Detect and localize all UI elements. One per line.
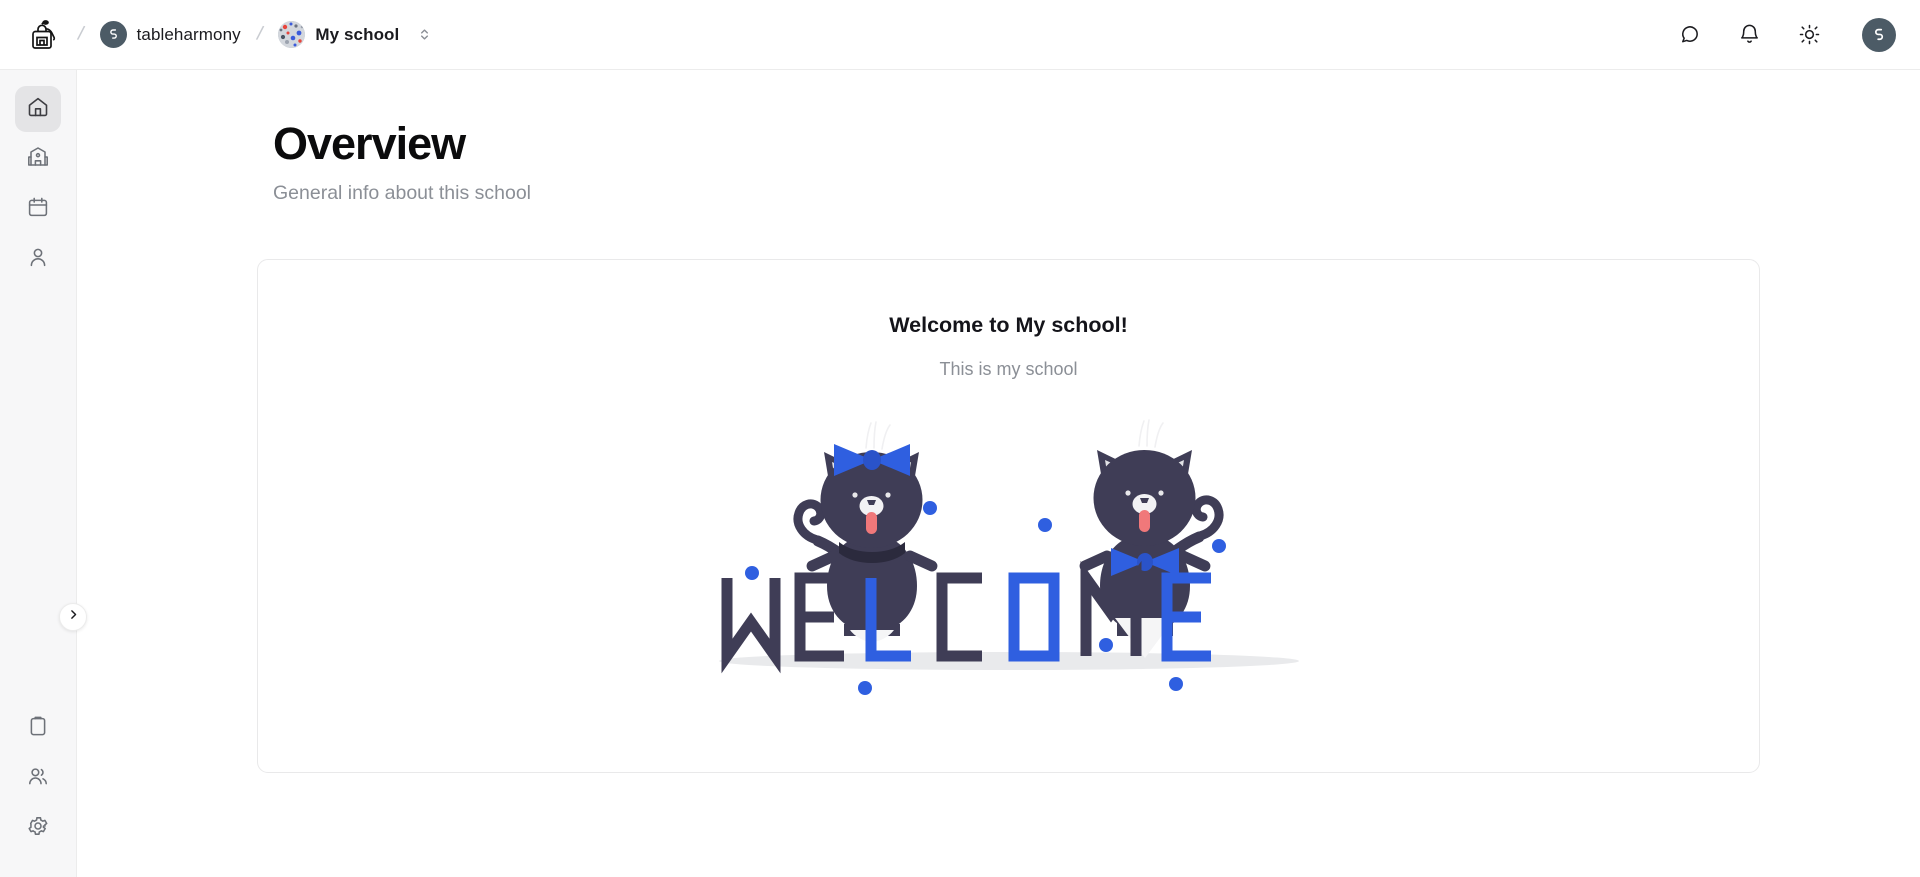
- backpack-logo-icon[interactable]: [18, 11, 66, 59]
- chevron-right-icon: [67, 608, 80, 626]
- dot-4: [744, 566, 759, 580]
- header-actions: [1676, 17, 1896, 52]
- home-icon: [26, 95, 50, 124]
- chat-bubble-icon[interactable]: [1676, 22, 1702, 48]
- user-avatar-icon[interactable]: [1862, 17, 1896, 52]
- sidebar-item-home[interactable]: [15, 86, 61, 132]
- clipboard-icon: [26, 714, 50, 743]
- top-header-bar: / tableharmony / My school: [0, 0, 1920, 70]
- dot-7: [1168, 677, 1183, 691]
- bell-icon[interactable]: [1736, 22, 1762, 48]
- page-header: Overview General info about this school: [77, 70, 1920, 205]
- breadcrumb-label-org: tableharmony: [136, 24, 241, 44]
- dot-1: [922, 501, 937, 515]
- welcome-description: This is my school: [939, 359, 1078, 379]
- dot-6: [857, 681, 872, 695]
- sun-icon[interactable]: [1796, 22, 1822, 48]
- breadcrumb-separator-1: /: [75, 22, 86, 46]
- school-building-icon: [26, 145, 50, 174]
- dot-3: [1211, 539, 1226, 553]
- welcome-word: [721, 560, 1211, 674]
- sidebar-item-school[interactable]: [15, 136, 61, 182]
- sidebar-expand-button[interactable]: [59, 603, 87, 631]
- user-icon: [26, 245, 50, 274]
- welcome-heading: Welcome to My school!: [889, 313, 1128, 337]
- school-avatar-icon: [278, 21, 306, 48]
- sidebar-bottom-group: [15, 705, 61, 855]
- page-title: Overview: [273, 118, 466, 169]
- sidebar-item-profile[interactable]: [15, 236, 61, 282]
- dot-2: [1037, 518, 1052, 532]
- breadcrumb-separator-2: /: [254, 22, 265, 46]
- users-icon: [26, 764, 50, 793]
- chevron-up-down-icon[interactable]: [417, 27, 432, 42]
- breadcrumb-label-school: My school: [315, 24, 400, 44]
- welcome-card: Welcome to My school! This is my school: [257, 259, 1760, 773]
- main-content: Overview General info about this school …: [77, 70, 1920, 877]
- gear-icon: [26, 814, 50, 843]
- calendar-icon: [26, 195, 50, 224]
- sidebar-item-members[interactable]: [15, 755, 61, 801]
- dot-5: [1098, 638, 1113, 652]
- sidebar-item-settings[interactable]: [15, 805, 61, 851]
- sidebar-item-assignments[interactable]: [15, 705, 61, 751]
- welcome-cats-illustration: [258, 390, 1759, 700]
- page-subtitle: General info about this school: [273, 182, 531, 205]
- sidebar-item-calendar[interactable]: [15, 186, 61, 232]
- cat-left: [793, 421, 937, 642]
- tableharmony-avatar-icon: [99, 21, 127, 48]
- breadcrumb-tableharmony[interactable]: tableharmony: [96, 17, 245, 52]
- breadcrumb-my-school[interactable]: My school: [274, 17, 403, 52]
- left-sidebar: [0, 70, 77, 877]
